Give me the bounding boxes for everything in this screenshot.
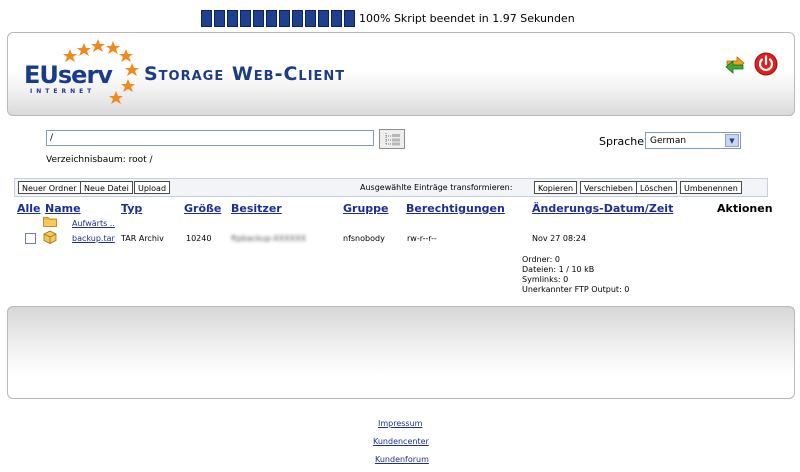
delete-button[interactable]: Löschen <box>636 181 677 194</box>
row-select-checkbox[interactable] <box>25 233 36 244</box>
folder-count: Ordner: 0 <box>522 255 560 264</box>
footer-kundenforum-link[interactable]: Kundenforum <box>375 455 429 464</box>
progress-text: 100% Skript beendet in 1.97 Sekunden <box>359 11 575 25</box>
unknown-ftp-output: Unerkannter FTP Output: 0 <box>522 285 630 294</box>
rename-button[interactable]: Umbenennen <box>680 181 742 194</box>
sort-group-header[interactable]: Gruppe <box>343 202 389 215</box>
logo-text: EUserv <box>24 61 113 89</box>
file-count: Dateien: 1 / 10 kB <box>522 265 595 274</box>
sort-permissions-header[interactable]: Berechtigungen <box>406 202 505 215</box>
footer-impressum-link[interactable]: Impressum <box>378 419 422 428</box>
symlink-count: Symlinks: 0 <box>522 275 569 284</box>
language-select[interactable]: German ▼ <box>645 132 741 149</box>
progress-bar <box>201 9 355 27</box>
sort-owner-header[interactable]: Besitzer <box>231 202 282 215</box>
script-progress: 100% Skript beendet in 1.97 Sekunden <box>201 9 575 27</box>
progress-block <box>344 9 355 27</box>
folder-icon <box>43 217 57 227</box>
file-type: TAR Archiv <box>121 234 164 243</box>
language-selected: German <box>650 136 687 146</box>
upload-button[interactable]: Upload <box>134 181 171 194</box>
transform-label: Ausgewählte Einträge transformieren: <box>360 183 513 192</box>
footer-kundencenter-link[interactable]: Kundencenter <box>373 437 429 446</box>
file-toolbar: Neuer Ordner Neue Datei Upload Ausgewähl… <box>14 178 768 197</box>
file-group: nfsnobody <box>343 234 385 243</box>
file-permissions: rw-r--r-- <box>407 234 437 243</box>
progress-block <box>253 9 264 27</box>
progress-block <box>201 9 212 27</box>
sort-name-header[interactable]: Name <box>45 202 81 215</box>
directory-stats: Ordner: 0 Dateien: 1 / 10 kB Symlinks: 0… <box>522 255 629 295</box>
progress-block <box>305 9 316 27</box>
progress-block <box>292 9 303 27</box>
progress-block <box>240 9 251 27</box>
file-size: 10240 <box>186 234 212 243</box>
archive-icon[interactable] <box>43 230 57 244</box>
bottom-panel <box>7 306 795 399</box>
progress-block <box>214 9 225 27</box>
actions-header: Aktionen <box>717 202 773 215</box>
file-name-link[interactable]: backup.tar <box>72 234 115 243</box>
directory-tree-button[interactable] <box>379 129 405 149</box>
progress-block <box>266 9 277 27</box>
parent-directory-link[interactable]: Aufwärts .. <box>72 219 115 228</box>
progress-block <box>318 9 329 27</box>
progress-block <box>279 9 290 27</box>
refresh-icon[interactable] <box>723 52 747 76</box>
language-label: Sprache: <box>599 135 648 148</box>
directory-tree-label: Verzeichnisbaum: root / <box>46 155 153 165</box>
euserv-logo: EUserv INTERNET <box>18 37 143 109</box>
copy-button[interactable]: Kopieren <box>534 181 578 194</box>
progress-block <box>227 9 238 27</box>
power-icon[interactable] <box>754 52 778 76</box>
select-all-link[interactable]: Alle <box>17 202 41 215</box>
chevron-down-icon[interactable]: ▼ <box>725 134 739 147</box>
app-title: Storage Web-Client <box>144 63 346 85</box>
sort-modified-header[interactable]: Änderungs-Datum/Zeit <box>532 202 673 215</box>
sort-size-header[interactable]: Größe <box>184 202 221 215</box>
tree-icon <box>385 133 400 146</box>
progress-block <box>331 9 342 27</box>
new-file-button[interactable]: Neue Datei <box>80 181 133 194</box>
new-folder-button[interactable]: Neuer Ordner <box>18 181 81 194</box>
logo-subtext: INTERNET <box>30 88 96 95</box>
header-panel: EUserv INTERNET Storage Web-Client <box>7 32 795 116</box>
move-button[interactable]: Verschieben <box>580 181 637 194</box>
path-input[interactable] <box>46 130 374 146</box>
file-modified: Nov 27 08:24 <box>532 234 586 243</box>
sort-type-header[interactable]: Typ <box>121 202 142 215</box>
file-owner: ftpbackup-XXXXXX <box>231 234 307 243</box>
